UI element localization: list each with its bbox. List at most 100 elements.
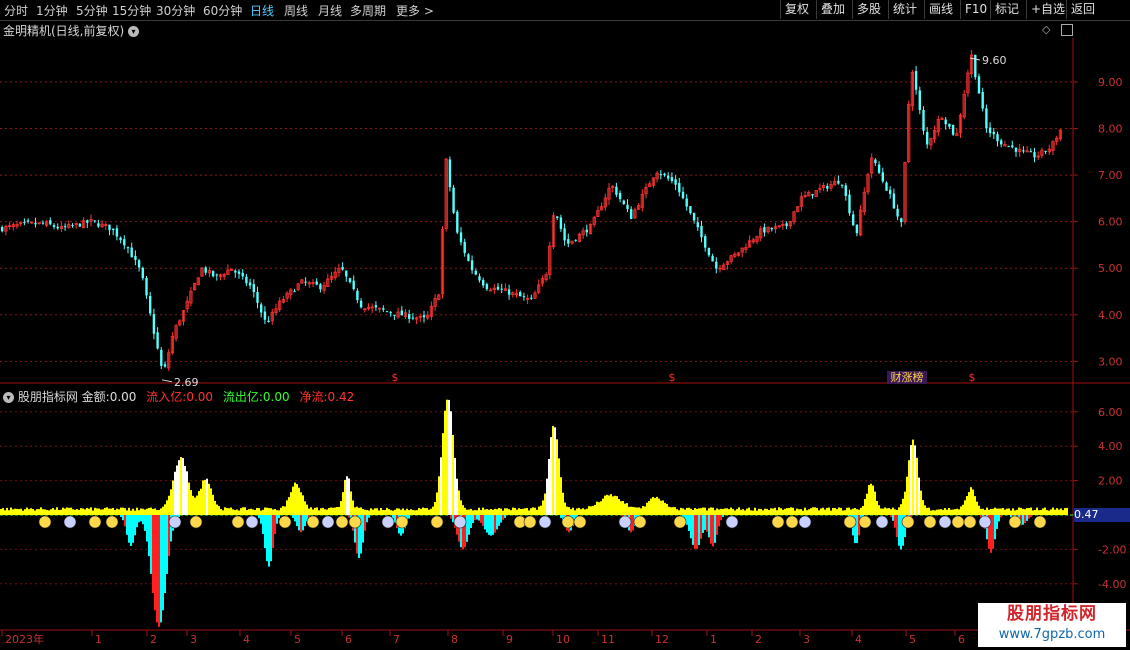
tab-more[interactable]: 更多 > (396, 2, 434, 19)
multi-stock-button[interactable]: 多股 (852, 0, 885, 19)
candle-body-down (922, 109, 925, 131)
inflow-bar (814, 507, 816, 515)
inflow-bar (914, 445, 916, 515)
watermark-title: 股朋指标网 (978, 603, 1126, 625)
candle-body-up (444, 158, 448, 229)
outflow-bar (698, 515, 700, 546)
candle-body-down (23, 221, 26, 223)
candle-body-down (63, 226, 67, 228)
outflow-bar (568, 515, 570, 533)
candle-body-down (811, 194, 814, 196)
candle-body-down (948, 123, 951, 127)
outflow-bar (482, 515, 484, 526)
outflow-bar (476, 515, 478, 520)
outflow-bar (998, 515, 1000, 522)
candle-body-down (245, 276, 248, 284)
inflow-bar (920, 490, 922, 515)
diamond-icon[interactable]: ◇ (1042, 23, 1050, 36)
inflow-bar (104, 507, 106, 515)
candle-body-down (530, 297, 533, 299)
inflow-bar (826, 507, 828, 515)
inflow-bar (640, 508, 642, 515)
inflow-bar (38, 509, 40, 515)
sad-face-icon (938, 515, 952, 529)
candle-body-down (770, 228, 773, 230)
price-tick-label: 6.00 (1098, 216, 1123, 229)
candle-body-up (862, 191, 866, 213)
tab-30min[interactable]: 30分钟 (156, 2, 195, 19)
candle-body-up (11, 224, 15, 228)
candle-body-down (622, 200, 625, 205)
inflow-bar (448, 399, 450, 515)
inflow-bar (440, 457, 442, 515)
inflow-bar (394, 509, 396, 515)
candle-body-down (467, 254, 470, 261)
candle-body-down (86, 220, 89, 223)
inflow-bar (572, 507, 574, 515)
smiley-face-icon (105, 515, 119, 529)
tab-60min[interactable]: 60分钟 (203, 2, 242, 19)
inflow-bar (998, 508, 1000, 515)
chart-canvas[interactable]: 9.00 8.00 7.00 6.00 5.00 4.00 3.00 6.00 4.00 2.0… (0, 0, 1130, 650)
tab-monthly[interactable]: 月线 (318, 2, 342, 19)
outflow-bar (266, 515, 268, 562)
inflow-bar (676, 509, 678, 515)
chevron-down-icon[interactable]: ▾ (128, 26, 140, 37)
back-button[interactable]: 返回 (1066, 0, 1099, 19)
inflow-bar (626, 503, 628, 515)
candle-body-up (936, 119, 940, 133)
inflow-bar (696, 508, 698, 515)
inflow-bar (730, 507, 732, 515)
add-watchlist-button[interactable]: +自选 (1026, 0, 1069, 19)
adjust-button[interactable]: 复权 (780, 0, 813, 19)
candle-body-up (577, 233, 582, 242)
candle-body-up (537, 284, 541, 293)
tab-multi-period[interactable]: 多周期 (350, 2, 386, 19)
candle-body-up (755, 236, 759, 242)
inflow-bar (288, 497, 290, 515)
outflow-bar (628, 515, 630, 531)
tab-15min[interactable]: 15分钟 (112, 2, 151, 19)
price-tick-label: 3.00 (1098, 355, 1123, 368)
candle-body-up (89, 219, 93, 222)
inflow-bar (520, 508, 522, 515)
candle-body-up (403, 312, 408, 317)
overlay-button[interactable]: 叠加 (816, 0, 849, 19)
outflow-bar (626, 515, 628, 527)
tab-5min[interactable]: 5分钟 (76, 2, 108, 19)
outflow-bar (986, 515, 988, 540)
outflow-bar (860, 515, 862, 526)
inflow-bar (446, 399, 448, 515)
smiley-face-icon (1008, 515, 1022, 529)
inflow-bar (8, 510, 10, 515)
smiley-face-icon (430, 515, 444, 529)
outflow-bar (722, 515, 724, 517)
drawing-button[interactable]: 画线 (924, 0, 957, 19)
tab-1min[interactable]: 1分钟 (36, 2, 68, 19)
candle-body-up (181, 309, 186, 322)
inflow-bar (996, 508, 998, 515)
tab-daily[interactable]: 日线 (250, 2, 274, 19)
indicator-tick-label: 6.00 (1098, 406, 1123, 419)
chevron-down-icon[interactable]: ▾ (3, 392, 14, 403)
smiley-face-icon (673, 515, 687, 529)
outflow-bar (150, 515, 152, 574)
candle-body-up (781, 223, 785, 226)
tab-intraday[interactable]: 分时 (4, 2, 28, 19)
inflow-bar (194, 497, 196, 515)
high-label: 9.60 (982, 54, 1007, 67)
inflow-bar (714, 510, 716, 515)
window-toggle-icon[interactable] (1061, 24, 1073, 36)
outflow-bar (1022, 515, 1024, 525)
mark-button[interactable]: 标记 (990, 0, 1023, 19)
inflow-bar (710, 507, 712, 515)
tab-weekly[interactable]: 周线 (284, 2, 308, 19)
inflow-bar (106, 507, 108, 515)
candle-body-up (396, 311, 400, 318)
outflow-bar (500, 515, 502, 523)
outflow-bar (470, 515, 472, 529)
f10-button[interactable]: F10 (960, 0, 991, 19)
inflow-bar (948, 507, 950, 515)
outflow-bar (450, 515, 452, 519)
statistics-button[interactable]: 统计 (888, 0, 921, 19)
